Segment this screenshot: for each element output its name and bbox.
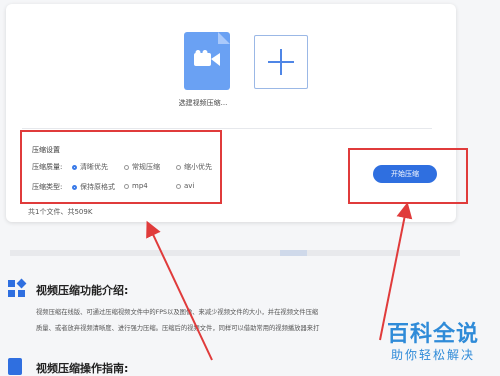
plus-icon-vertical: [280, 49, 282, 75]
intro-text-line: 质量、或者放弃视频清晰度、进行强力压缩。压缩后的视频文件，同样可以借助常用的视频…: [36, 325, 320, 332]
option-label: 保持原格式: [80, 183, 115, 191]
file-name-label: 选建视频压缩...: [178, 99, 228, 107]
quality-option-clear[interactable]: 清晰优先: [72, 162, 108, 172]
site-watermark-logo: 百科全说 助你轻松解决: [378, 316, 488, 363]
format-label: 压缩类型:: [32, 183, 63, 191]
video-camera-icon: [194, 50, 220, 66]
grid-cell: [16, 278, 27, 289]
section-divider-strip: [10, 250, 460, 256]
quality-option-normal[interactable]: 常规压缩: [124, 162, 160, 172]
radio-icon: [124, 183, 129, 189]
grid-icon: [8, 278, 27, 298]
arrow-to-settings: [146, 220, 213, 361]
book-icon: [8, 358, 22, 375]
page-fold: [218, 32, 230, 44]
video-file-thumbnail[interactable]: [184, 32, 230, 90]
settings-title: 压缩设置: [32, 146, 60, 154]
grid-cell: [18, 290, 25, 297]
option-label: mp4: [132, 182, 148, 190]
format-option-mp4[interactable]: mp4: [124, 182, 148, 190]
grid-cell: [8, 280, 15, 287]
quality-option-smaller[interactable]: 缩小优先: [176, 162, 212, 172]
format-option-original[interactable]: 保持原格式: [72, 182, 115, 192]
radio-icon: [124, 164, 129, 170]
grid-cell: [8, 290, 15, 297]
radio-icon: [176, 183, 181, 189]
radio-selected-icon: [72, 184, 77, 190]
intro-heading: 视频压缩功能介绍:: [36, 284, 129, 297]
quality-label: 压缩质量:: [32, 163, 63, 171]
radio-icon: [176, 164, 181, 170]
radio-selected-icon: [72, 164, 77, 170]
option-label: avi: [184, 182, 195, 190]
option-label: 缩小优先: [184, 163, 212, 171]
guide-heading: 视频压缩操作指南:: [36, 362, 129, 375]
compression-settings-highlight: 压缩设置 压缩质量: 清晰优先 常规压缩 缩小优先 压缩类型: 保持原格式 mp…: [20, 130, 222, 204]
file-summary: 共1个文件、共509K: [28, 208, 93, 216]
intro-text-line: 视频压缩在线版、可通过压缩视频文件中的FPS以及图像、来减少视频文件的大小，并在…: [36, 309, 319, 316]
option-label: 清晰优先: [80, 163, 108, 171]
watermark-main-text: 百科全说: [386, 322, 479, 347]
add-file-button[interactable]: [254, 35, 308, 89]
option-label: 常规压缩: [132, 163, 160, 171]
start-compress-button[interactable]: 开始压缩: [373, 165, 437, 183]
format-option-avi[interactable]: avi: [176, 182, 194, 190]
divider: [22, 128, 432, 129]
watermark-sub-text: 助你轻松解决: [390, 348, 475, 362]
